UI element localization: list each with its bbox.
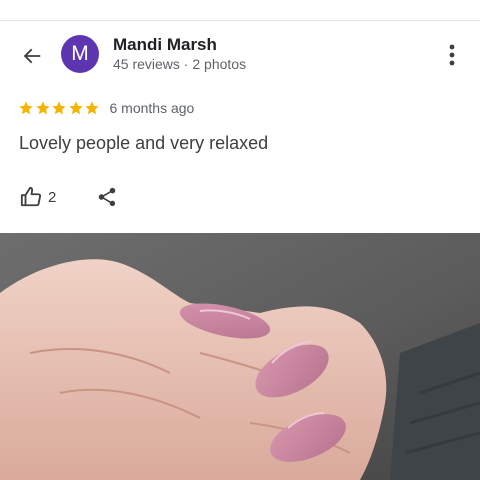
thumbs-up-icon xyxy=(20,186,42,207)
star-icon xyxy=(35,101,50,115)
star-icon xyxy=(19,101,33,115)
like-button[interactable]: 2 xyxy=(20,186,56,208)
arrow-back-icon xyxy=(23,48,41,64)
share-button[interactable] xyxy=(96,186,118,208)
review-actions: 2 xyxy=(20,184,118,210)
review-text: Lovely people and very relaxed xyxy=(19,133,269,153)
review-header: M Mandi Marsh 45 reviews · 2 photos xyxy=(0,21,480,89)
top-strip xyxy=(0,0,480,21)
review-photo[interactable] xyxy=(0,233,480,480)
star-icon xyxy=(85,101,99,115)
share-icon xyxy=(99,187,116,207)
nails-photo-image xyxy=(0,233,480,480)
star-rating xyxy=(18,100,101,116)
like-count: 2 xyxy=(48,188,57,206)
rating-row: 6 months ago xyxy=(18,97,194,119)
star-icon xyxy=(52,101,66,115)
star-icon xyxy=(68,101,83,115)
review-time: 6 months ago xyxy=(109,100,195,116)
back-button[interactable] xyxy=(16,40,48,72)
user-name[interactable]: Mandi Marsh xyxy=(113,35,217,55)
avatar[interactable]: M xyxy=(61,35,99,73)
more-vertical-icon xyxy=(449,44,455,66)
more-options-button[interactable] xyxy=(440,39,464,71)
user-meta: 45 reviews · 2 photos xyxy=(113,56,247,72)
